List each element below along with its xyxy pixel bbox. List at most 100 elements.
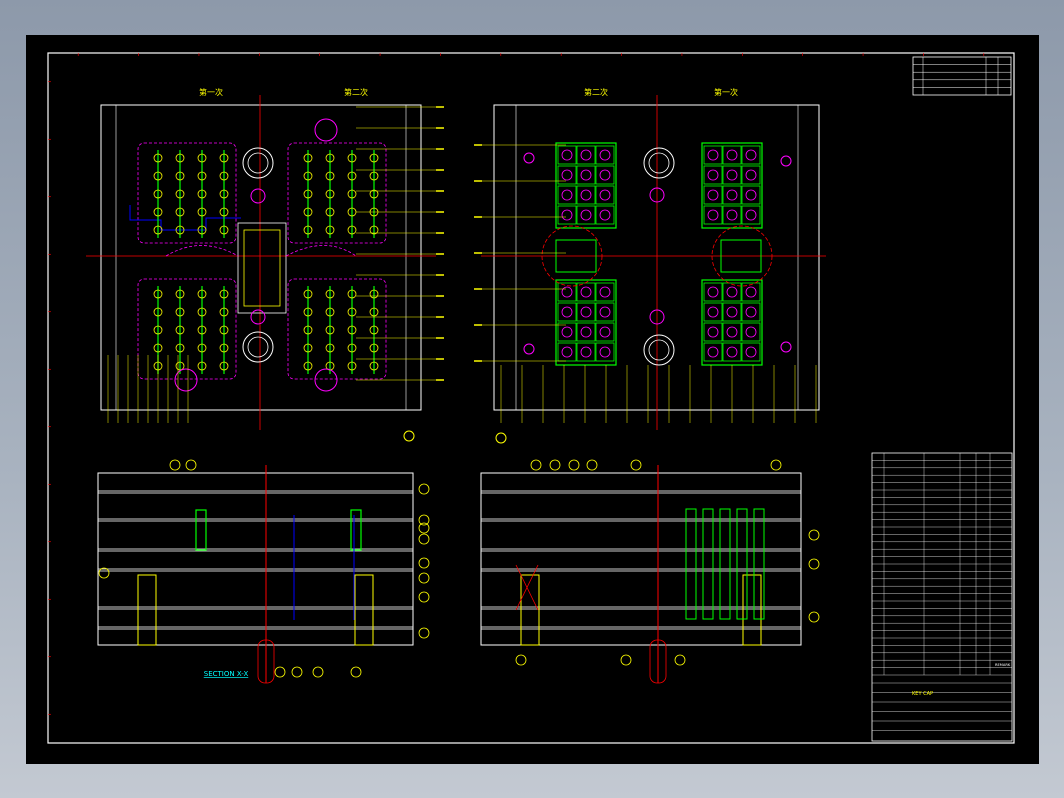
part-balloon [770, 459, 782, 471]
cavity [599, 149, 611, 161]
cavity-cell [576, 205, 596, 225]
core-insert [736, 508, 748, 620]
revision-table-frame [912, 56, 1012, 96]
mold-section-outline [480, 472, 802, 646]
cavity [726, 189, 738, 201]
cavity-cell [741, 322, 761, 342]
cavity-cell [595, 322, 615, 342]
cavity [726, 346, 738, 358]
mold-plates [480, 472, 802, 646]
part-balloon [350, 666, 362, 678]
cavity [599, 209, 611, 221]
core-insert [685, 508, 697, 620]
core-pin [195, 509, 207, 551]
cavity [707, 346, 719, 358]
remark-header: REMARK [995, 663, 1011, 667]
bom-frame [871, 452, 1013, 742]
cavity [707, 149, 719, 161]
revision-table [912, 56, 1012, 96]
cavity-cell [741, 165, 761, 185]
cavity [745, 326, 757, 338]
part-balloon [418, 557, 430, 569]
cavity-cell [557, 205, 577, 225]
cavity-cell [722, 322, 742, 342]
cavity-cell [741, 145, 761, 165]
cavity-cell [703, 322, 723, 342]
cavity-cell [703, 302, 723, 322]
runner [285, 245, 357, 257]
cavity-cell [741, 185, 761, 205]
cavity-cell [576, 302, 596, 322]
mold-plate [97, 520, 414, 550]
mold-plate [480, 550, 802, 570]
ejector-housing [520, 574, 540, 646]
guide-bush [242, 147, 274, 179]
cavity [726, 149, 738, 161]
center-insert [237, 222, 287, 314]
cavity [745, 209, 757, 221]
cavity [561, 169, 573, 181]
part-balloon [586, 459, 598, 471]
section-view-left: SECTION X-X [97, 459, 430, 684]
core-insert [701, 142, 763, 229]
cavity [707, 169, 719, 181]
part-balloon [808, 529, 820, 541]
cavity-cell [557, 322, 577, 342]
cavity [707, 306, 719, 318]
cavity-insert [555, 279, 617, 366]
plate-inner-outline [115, 104, 407, 411]
guide-bush [643, 334, 675, 366]
mold-plates [97, 472, 414, 646]
cavity [745, 149, 757, 161]
cavity-block [137, 278, 237, 380]
mold-plate [480, 608, 802, 628]
cavity [561, 326, 573, 338]
cavity-cell [557, 185, 577, 205]
plan-heading: 第一次 [199, 87, 223, 97]
cad-drawing-viewport[interactable]: 第一次 第二次 第二次 第一次 SECTION X-X KEY CAP REMA… [26, 35, 1039, 764]
core-insert [753, 508, 765, 620]
cavity [599, 346, 611, 358]
cavity-cell [741, 205, 761, 225]
cavity-cell [741, 342, 761, 362]
part-balloon [185, 459, 197, 471]
cavity-cell [703, 342, 723, 362]
part-balloon [291, 666, 303, 678]
cavity [580, 346, 592, 358]
core-inserts [685, 508, 765, 620]
part-balloon [530, 459, 542, 471]
cavity-cell [703, 185, 723, 205]
mold-plate [97, 608, 414, 628]
cavity-cell [576, 185, 596, 205]
cavity [580, 169, 592, 181]
cavity-cell [722, 185, 742, 205]
ejector-housing [742, 574, 762, 646]
plate-outline [493, 104, 820, 411]
part-name: KEY CAP [912, 691, 933, 697]
part-balloon [808, 611, 820, 623]
mold-plate [480, 570, 802, 608]
cavity-cell [595, 342, 615, 362]
section-view-right [480, 459, 820, 684]
part-balloon [98, 567, 110, 579]
cavity-cell [557, 165, 577, 185]
part-balloon [620, 654, 632, 666]
cavity-cell [595, 302, 615, 322]
ejector-housing [354, 574, 374, 646]
cavity [726, 306, 738, 318]
cavity [707, 209, 719, 221]
cavity [580, 286, 592, 298]
guide-bush-inner [648, 339, 670, 361]
screw-hole [780, 341, 792, 353]
cavity [599, 286, 611, 298]
part-balloon [169, 459, 181, 471]
cavity-cell [741, 302, 761, 322]
cavity [745, 286, 757, 298]
part-balloon [418, 514, 430, 526]
cavity-cell [722, 165, 742, 185]
part-balloon [418, 627, 430, 639]
guide-bush [643, 147, 675, 179]
cavity [599, 326, 611, 338]
return-pin [314, 368, 338, 392]
cavity [561, 286, 573, 298]
